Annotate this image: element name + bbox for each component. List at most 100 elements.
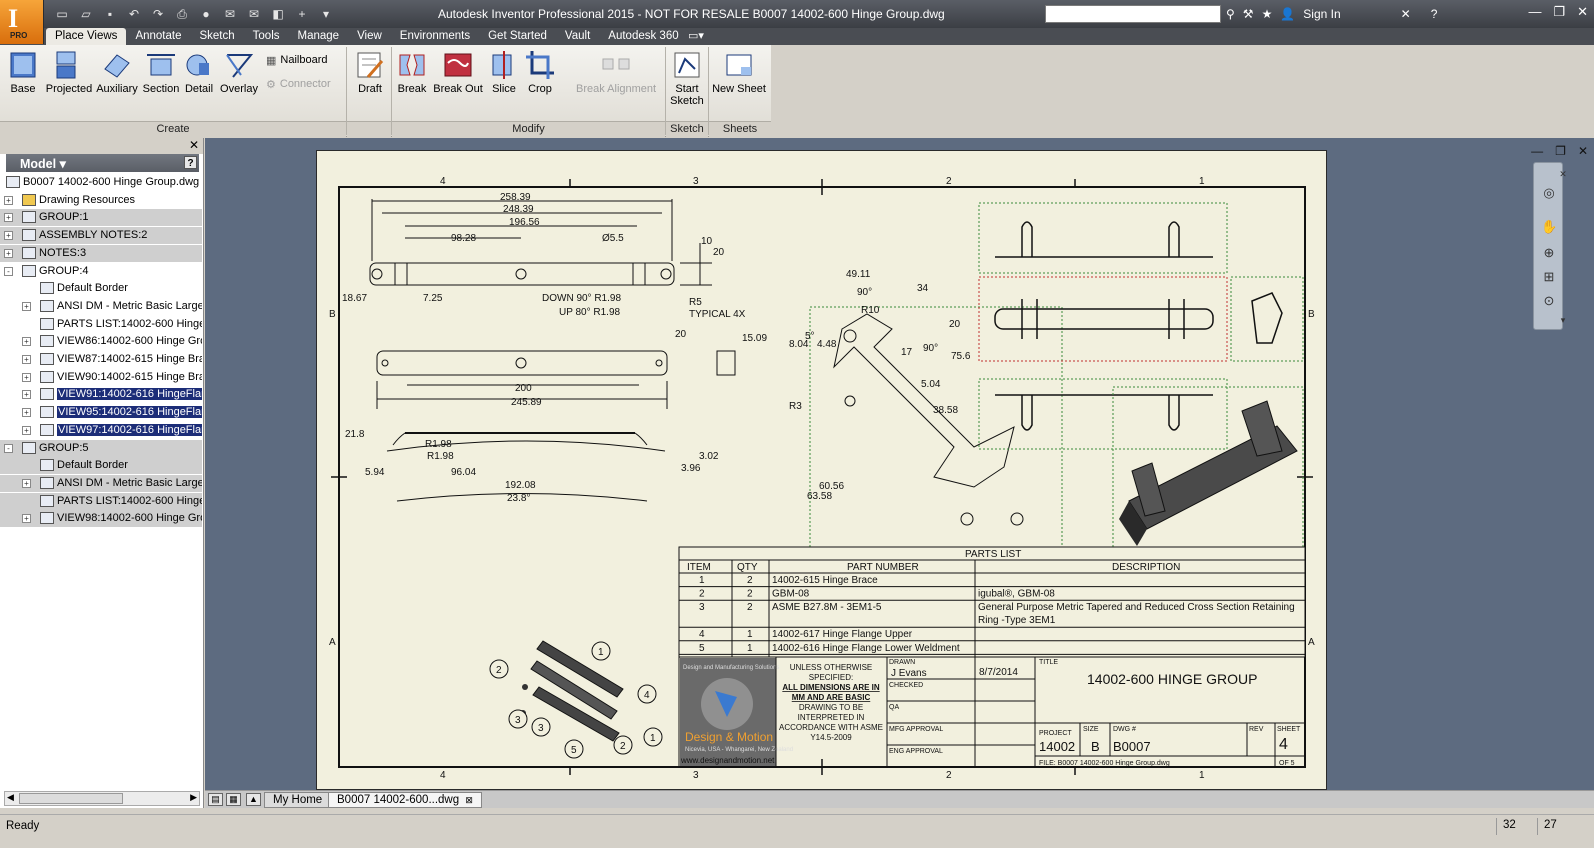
doc-minimize-icon[interactable]: — (1531, 144, 1543, 158)
section-view-button[interactable]: Section (142, 49, 180, 101)
application-menu-button[interactable]: I PRO (0, 0, 44, 44)
balloon[interactable]: 1 (591, 641, 611, 661)
tab-annotate[interactable]: Annotate (126, 28, 190, 45)
expand-icon[interactable]: + (22, 390, 31, 400)
expand-icon[interactable]: + (22, 425, 31, 435)
tree-node[interactable]: + ANSI DM - Metric Basic Large (0, 298, 202, 315)
sign-in-link[interactable]: Sign In (1303, 7, 1340, 21)
expand-icon[interactable]: + (4, 195, 13, 205)
zoom-window-icon[interactable]: ⊞ (1541, 269, 1557, 285)
tree-node[interactable]: - GROUP:5 (0, 439, 202, 457)
nailboard-button[interactable]: ▦ Nailboard (266, 51, 328, 69)
graphics-window[interactable]: — ❐ ✕ 4 3 2 1 4 3 2 1 B A B A 258.39 248… (205, 138, 1594, 790)
restore-icon[interactable]: ❐ (1553, 4, 1565, 20)
tree-node[interactable]: Default Border (0, 457, 202, 475)
tree-node[interactable]: + VIEW98:14002-600 Hinge Gro (0, 510, 202, 528)
expand-icon[interactable]: + (22, 337, 31, 347)
tree-node[interactable]: + VIEW95:14002-616 HingeFlan (0, 404, 202, 421)
project-icon[interactable]: ◧ (268, 5, 288, 23)
subscription-icon[interactable]: ⚒ (1243, 7, 1254, 21)
tree-node[interactable]: + NOTES:3 (0, 244, 202, 262)
browser-horizontal-scrollbar[interactable]: ◀ ▶ (4, 791, 200, 806)
break-button[interactable]: Break (396, 49, 428, 101)
tree-node[interactable]: + VIEW90:14002-615 Hinge Bra (0, 369, 202, 386)
balloon[interactable]: 3 (531, 717, 551, 737)
expand-icon[interactable]: + (22, 301, 31, 311)
collapse-icon[interactable]: - (4, 266, 13, 276)
help-button[interactable]: ? (1431, 7, 1438, 21)
zoom-icon[interactable]: ⊕ (1541, 245, 1557, 261)
projected-view-button[interactable]: Projected (44, 49, 94, 101)
crop-button[interactable]: Crop (524, 49, 556, 101)
break-out-button[interactable]: Break Out (432, 49, 484, 101)
update-icon[interactable]: ● (196, 5, 216, 23)
material-icon[interactable]: ✉ (244, 5, 264, 23)
exchange-icon[interactable]: ✕ (1401, 7, 1411, 21)
scroll-right-icon[interactable]: ▶ (190, 792, 197, 803)
balloon[interactable]: 5 (564, 739, 584, 759)
auxiliary-view-button[interactable]: Auxiliary (96, 49, 138, 101)
scrollbar-thumb[interactable] (19, 793, 123, 804)
tile-windows-icon[interactable]: ▤ (208, 793, 223, 806)
tree-node[interactable]: + VIEW86:14002-600 Hinge Gro (0, 333, 202, 350)
tab-vault[interactable]: Vault (556, 28, 599, 45)
tree-node[interactable]: + ASSEMBLY NOTES:2 (0, 227, 202, 245)
qat-more-icon[interactable]: ▾ (316, 5, 336, 23)
print-icon[interactable]: ⎙ (172, 5, 192, 23)
overlay-view-button[interactable]: Overlay (219, 49, 259, 101)
tab-manage[interactable]: Manage (289, 28, 349, 45)
expand-icon[interactable]: + (4, 248, 13, 258)
drawing-sheet[interactable]: 4 3 2 1 4 3 2 1 B A B A 258.39 248.39 19… (316, 150, 1327, 790)
balloon[interactable]: 2 (489, 659, 509, 679)
tab-view[interactable]: View (348, 28, 391, 45)
start-sketch-button[interactable]: Start Sketch (670, 49, 704, 107)
new-sheet-button[interactable]: New Sheet (712, 49, 766, 101)
expand-icon[interactable]: + (4, 213, 13, 223)
base-view-button[interactable]: Base (6, 49, 40, 101)
break-alignment-button[interactable]: Break Alignment (576, 49, 656, 101)
tree-node[interactable]: B0007 14002-600 Hinge Group.dwg (0, 174, 202, 191)
tab-place-views[interactable]: Place Views (46, 28, 127, 45)
expand-icon[interactable]: + (22, 372, 31, 382)
tree-node[interactable]: + VIEW97:14002-616 HingeFlan (0, 422, 202, 439)
expand-icon[interactable]: + (22, 408, 31, 418)
scroll-left-icon[interactable]: ◀ (7, 792, 14, 803)
tree-node[interactable]: + VIEW91:14002-616 HingeFlan (0, 386, 202, 403)
tab-environments[interactable]: Environments (391, 28, 479, 45)
favorites-icon[interactable]: ★ (1262, 7, 1273, 21)
tab-autodesk-360[interactable]: Autodesk 360 (599, 28, 687, 45)
close-icon[interactable]: ✕ (1577, 4, 1588, 20)
draft-view-button[interactable]: Draft (352, 49, 388, 101)
expand-icon[interactable]: + (4, 231, 13, 241)
close-tab-icon[interactable]: ⊠ (465, 795, 473, 805)
browser-model-dropdown[interactable]: Model ▾ ? (6, 154, 199, 172)
parts-list-table[interactable]: PARTS LIST ITEM QTY PART NUMBER DESCRIPTION 1… (678, 546, 1306, 658)
help-search-input[interactable] (1045, 5, 1221, 23)
redo-icon[interactable]: ↷ (148, 5, 168, 23)
balloon[interactable]: 3 (508, 709, 528, 729)
browser-help-icon[interactable]: ? (184, 156, 197, 169)
binoculars-icon[interactable]: ⚲ (1226, 7, 1235, 21)
navbar-menu-icon[interactable]: ▾ (1555, 315, 1571, 331)
tree-node[interactable]: + Drawing Resources (0, 192, 202, 209)
tab-my-home[interactable]: My Home (264, 792, 332, 808)
tabs-menu-icon[interactable]: ▲ (246, 793, 261, 806)
expand-icon[interactable]: + (22, 514, 31, 524)
doc-close-icon[interactable]: ✕ (1578, 144, 1588, 158)
balloon[interactable]: 4 (637, 684, 657, 704)
browser-close-icon[interactable]: ✕ (189, 138, 199, 152)
tab-get-started[interactable]: Get Started (479, 28, 556, 45)
tree-node[interactable]: + GROUP:1 (0, 209, 202, 227)
save-icon[interactable]: ▪ (100, 5, 120, 23)
connector-button[interactable]: ⚙ Connector (266, 75, 331, 93)
collapse-icon[interactable]: - (4, 443, 13, 453)
tree-node[interactable]: - GROUP:4 (0, 263, 202, 280)
balloon[interactable]: 1 (643, 727, 663, 747)
detail-view-button[interactable]: Detail (182, 49, 216, 101)
expand-icon[interactable]: + (22, 355, 31, 364)
pan-icon[interactable]: ✋ (1541, 219, 1557, 235)
tab-active-document[interactable]: B0007 14002-600...dwg ⊠ (328, 792, 482, 808)
zoom-all-icon[interactable]: ⊙ (1541, 293, 1557, 309)
tree-node[interactable]: PARTS LIST:14002-600 Hinge (0, 492, 202, 510)
new-icon[interactable]: ▭ (52, 5, 72, 23)
